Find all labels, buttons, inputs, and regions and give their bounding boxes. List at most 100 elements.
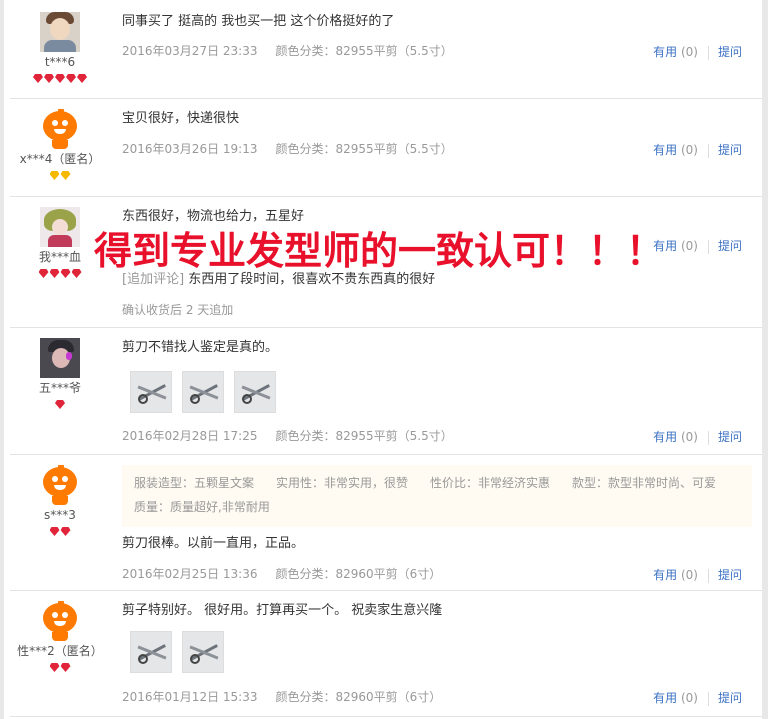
review-list: t***6 同事买了 挺高的 我也买一把 这个价格挺好的了 2016年03月27…: [0, 0, 768, 719]
reviewer: t***6: [10, 12, 110, 86]
review-photos: [130, 631, 224, 673]
diamond-icon: [49, 269, 60, 278]
diamond-icon: [55, 400, 65, 409]
divider: [707, 691, 709, 706]
divider: [707, 239, 709, 254]
review-actions: 有用 (0) 提问: [653, 237, 742, 254]
review-item: s***3 服装造型：五颗星文案 实用性：非常实用，很赞 性价比：非常经济实惠 款型：…: [10, 455, 762, 591]
diamond-icon: [77, 74, 87, 83]
review-text: 剪子特别好。 很好用。打算再买一个。 祝卖家生意兴隆: [122, 603, 443, 618]
diamond-icon: [71, 269, 82, 278]
review-meta: 2016年01月12日 15:33 颜色分类：82960平剪（6寸）: [122, 688, 441, 705]
review-text: 剪刀不错找人鉴定是真的。: [122, 340, 279, 355]
sku-info: 颜色分类：82960平剪（6寸）: [275, 567, 442, 581]
diamond-icon: [60, 171, 71, 180]
diamond-icon: [38, 269, 49, 278]
reputation-badges: [10, 661, 110, 675]
review-photo[interactable]: [130, 631, 172, 673]
ask-button[interactable]: 提问: [718, 691, 742, 705]
avatar[interactable]: [40, 465, 80, 505]
reviewer: s***3: [10, 465, 110, 539]
reviewer-name: t***6: [44, 55, 76, 69]
review-actions: 有用 (0) 提问: [653, 566, 742, 583]
review-item: x***4（匿名） 宝贝很好，快递很快 2016年03月26日 19:13 颜色分…: [10, 99, 762, 197]
review-photo[interactable]: [182, 371, 224, 413]
helpful-button[interactable]: 有用 (0): [653, 143, 698, 157]
diamond-icon: [55, 74, 65, 83]
diamond-icon: [49, 527, 60, 536]
tag: 款型：款型非常时尚、可爱: [572, 476, 717, 490]
reviewer-name: s***3: [44, 508, 76, 522]
diamond-icon: [60, 269, 71, 278]
review-text: 剪刀很棒。以前一直用，正品。: [122, 536, 305, 551]
diamond-icon: [60, 663, 71, 672]
review-meta: 2016年03月27日 23:33 颜色分类：82955平剪（5.5寸）: [122, 42, 453, 59]
review-meta: 2016年03月26日 19:13 颜色分类：82955平剪（5.5寸）: [122, 140, 453, 157]
sku-info: 颜色分类：82960平剪（6寸）: [275, 690, 442, 704]
helpful-button[interactable]: 有用 (0): [653, 691, 698, 705]
diamond-icon: [60, 527, 71, 536]
reputation-badges: [10, 398, 110, 412]
review-photo[interactable]: [130, 371, 172, 413]
tag: 性价比：非常经济实惠: [430, 476, 551, 490]
avatar[interactable]: [40, 601, 80, 641]
divider: [707, 143, 709, 158]
reputation-badges: [10, 169, 110, 183]
avatar[interactable]: [40, 207, 80, 247]
review-meta: 2016年02月28日 17:25 颜色分类：82955平剪（5.5寸）: [122, 427, 453, 444]
reviewer: 五***爷: [10, 338, 110, 412]
append-note: 确认收货后 2 天追加: [122, 303, 234, 317]
reviewer: 性***2（匿名）: [10, 601, 110, 675]
sku-info: 颜色分类：82955平剪（5.5寸）: [275, 142, 453, 156]
helpful-button[interactable]: 有用 (0): [653, 45, 698, 59]
ask-button[interactable]: 提问: [718, 239, 742, 253]
review-item: 性***2（匿名） 剪子特别好。 很好用。打算再买一个。 祝卖家生意兴隆 201…: [10, 591, 762, 717]
divider: [707, 45, 709, 60]
review-actions: 有用 (0) 提问: [653, 428, 742, 445]
avatar[interactable]: [40, 12, 80, 52]
review-date: 2016年01月12日 15:33: [122, 690, 258, 704]
avatar[interactable]: [40, 338, 80, 378]
sku-info: 颜色分类：82955平剪（5.5寸）: [275, 429, 453, 443]
reputation-badges: [10, 525, 110, 539]
diamond-icon: [49, 171, 60, 180]
diamond-icon: [33, 74, 43, 83]
diamond-icon: [49, 663, 60, 672]
review-photos: [130, 371, 276, 413]
reviewer: x***4（匿名）: [10, 109, 110, 183]
reviewer-name: 性***2（匿名）: [17, 644, 103, 658]
reviewer-name: 五***爷: [38, 381, 81, 395]
ask-button[interactable]: 提问: [718, 143, 742, 157]
ask-button[interactable]: 提问: [718, 430, 742, 444]
review-item: t***6 同事买了 挺高的 我也买一把 这个价格挺好的了 2016年03月27…: [10, 0, 762, 99]
sku-info: 颜色分类：82955平剪（5.5寸）: [275, 44, 453, 58]
helpful-button[interactable]: 有用 (0): [653, 430, 698, 444]
review-text: 同事买了 挺高的 我也买一把 这个价格挺好的了: [122, 14, 395, 29]
helpful-button[interactable]: 有用 (0): [653, 568, 698, 582]
diamond-icon: [44, 74, 54, 83]
promo-overlay-text: 得到专业发型师的一致认可！！！: [94, 229, 665, 273]
reputation-badges: [10, 72, 110, 86]
review-actions: 有用 (0) 提问: [653, 689, 742, 706]
review-date: 2016年03月27日 23:33: [122, 44, 258, 58]
tag: 服装造型：五颗星文案: [134, 476, 255, 490]
review-date: 2016年02月25日 13:36: [122, 567, 258, 581]
ask-button[interactable]: 提问: [718, 45, 742, 59]
review-text: 宝贝很好，快递很快: [122, 111, 240, 126]
review-item: 五***爷 剪刀不错找人鉴定是真的。 2016年02月28日 17:25 颜色分类…: [10, 328, 762, 455]
review-date: 2016年03月26日 19:13: [122, 142, 258, 156]
divider: [707, 568, 709, 583]
ask-button[interactable]: 提问: [718, 568, 742, 582]
review-meta: 2016年02月25日 13:36 颜色分类：82960平剪（6寸）: [122, 565, 441, 582]
review-actions: 有用 (0) 提问: [653, 43, 742, 60]
review-actions: 有用 (0) 提问: [653, 141, 742, 158]
tag: 实用性：非常实用，很赞: [276, 476, 409, 490]
review-photo[interactable]: [234, 371, 276, 413]
tag: 质量：质量超好,非常耐用: [134, 500, 270, 514]
review-photo[interactable]: [182, 631, 224, 673]
diamond-icon: [66, 74, 76, 83]
divider: [707, 430, 709, 445]
reviewer-name: x***4（匿名）: [19, 152, 101, 166]
attribute-tags: 服装造型：五颗星文案 实用性：非常实用，很赞 性价比：非常经济实惠 款型：款型非常时尚…: [122, 465, 752, 527]
avatar[interactable]: [40, 109, 80, 149]
